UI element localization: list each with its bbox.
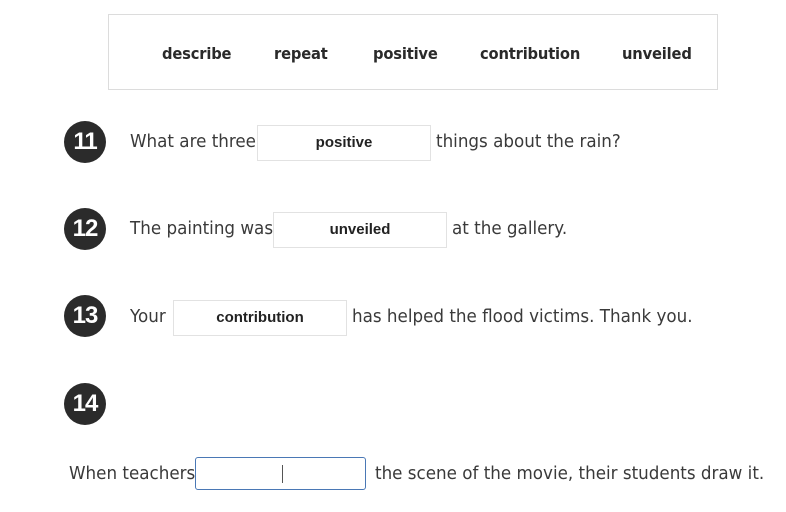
- word-bank-item: repeat: [274, 44, 328, 63]
- answer-box[interactable]: unveiled: [273, 212, 447, 248]
- question-text-after: the scene of the movie, their students d…: [375, 463, 765, 484]
- text-cursor: [282, 465, 283, 483]
- question-number-badge: 11: [64, 121, 106, 163]
- question-text-after: at the gallery.: [452, 218, 568, 239]
- answer-box[interactable]: contribution: [173, 300, 347, 336]
- word-bank-item: unveiled: [622, 44, 692, 63]
- question-text-after: things about the rain?: [436, 131, 621, 152]
- question-text-before: Your: [130, 306, 166, 327]
- question-number-badge: 13: [64, 295, 106, 337]
- question-text-before: When teachers: [69, 463, 196, 484]
- word-bank-item: describe: [162, 44, 232, 63]
- word-bank: describe repeat positive contribution un…: [108, 14, 718, 90]
- question-text-before: What are three: [130, 131, 256, 152]
- question-number-badge: 12: [64, 208, 106, 250]
- question-text-before: The painting was: [130, 218, 274, 239]
- word-bank-item: contribution: [480, 44, 581, 63]
- word-bank-item: positive: [373, 44, 438, 63]
- answer-input[interactable]: [195, 457, 366, 490]
- answer-box[interactable]: positive: [257, 125, 431, 161]
- question-number-badge: 14: [64, 383, 106, 425]
- question-text-after: has helped the flood victims. Thank you.: [352, 306, 693, 327]
